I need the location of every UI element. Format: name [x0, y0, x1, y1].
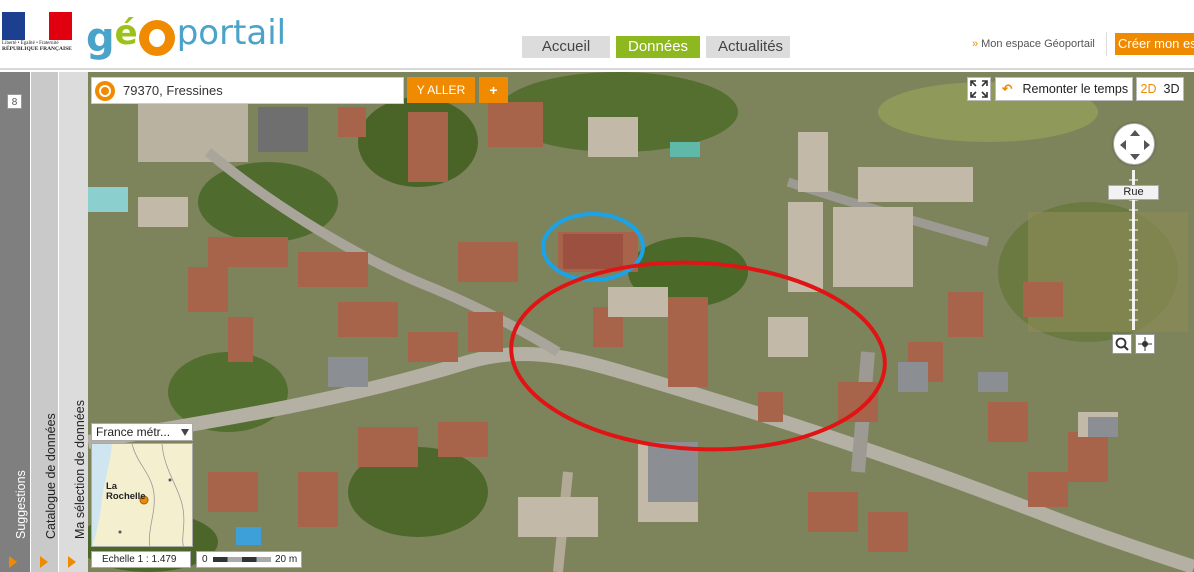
scale-bar-graphic	[213, 557, 271, 562]
logo-letter-e: é	[114, 13, 138, 53]
zoom-box-button[interactable]	[1112, 334, 1132, 354]
zoom-level-label[interactable]: Rue	[1108, 185, 1159, 200]
minimap-city-label: La Rochelle	[106, 481, 146, 502]
tab-donnees[interactable]: Données	[616, 36, 700, 58]
catalogue-label: Catalogue de données	[43, 413, 58, 539]
expand-arrow-icon	[40, 556, 48, 568]
aerial-imagery	[88, 72, 1194, 572]
dropdown-caret-icon	[181, 429, 189, 436]
map-viewport[interactable]: Y ALLER + ↶ Remonter le temps 2D 3D	[88, 72, 1194, 572]
pan-control[interactable]	[1113, 123, 1155, 165]
toggle-2d[interactable]: 2D	[1141, 78, 1157, 100]
header: Liberté • Égalité • Fraternité RÉPUBLIQU…	[0, 0, 1194, 70]
dimension-toggle: 2D 3D	[1136, 77, 1184, 101]
expand-arrow-icon	[9, 556, 17, 568]
locate-button[interactable]	[1135, 334, 1155, 354]
header-divider	[1106, 32, 1107, 56]
pan-arrows-icon	[1120, 130, 1150, 160]
suggestions-count-badge: 8	[7, 94, 22, 109]
toggle-3d[interactable]: 3D	[1164, 78, 1180, 100]
catalogue-panel-tab[interactable]: Catalogue de données	[30, 72, 58, 572]
overview-minimap[interactable]: La Rochelle	[91, 443, 193, 547]
logo-portail-text: portail	[176, 13, 287, 53]
republic-name: RÉPUBLIQUE FRANÇAISE	[2, 46, 72, 52]
logo-letter-g: g	[86, 15, 115, 61]
undo-arrow-icon: ↶	[1002, 82, 1013, 96]
scale-ratio: Echelle 1 : 1.479	[91, 551, 191, 568]
mon-espace-link[interactable]: » Mon espace Géoportail	[972, 38, 1095, 50]
logo-o-icon	[138, 20, 175, 56]
region-select[interactable]: France métr...	[91, 423, 193, 441]
tab-accueil[interactable]: Accueil	[522, 36, 610, 58]
republique-francaise-logo[interactable]: Liberté • Égalité • Fraternité RÉPUBLIQU…	[2, 12, 74, 56]
more-options-button[interactable]: +	[479, 77, 508, 103]
main-nav: Accueil Données Actualités	[522, 36, 790, 58]
go-button[interactable]: Y ALLER	[407, 77, 475, 103]
scale-zero: 0	[202, 554, 208, 565]
time-travel-label: Remonter le temps	[1022, 82, 1129, 96]
search-box	[91, 77, 404, 104]
selection-label: Ma sélection de données	[72, 400, 87, 539]
location-search-icon[interactable]	[95, 80, 115, 101]
create-account-button[interactable]: Créer mon es	[1115, 33, 1194, 55]
mon-espace-label: Mon espace Géoportail	[981, 38, 1095, 50]
double-chevron-icon: »	[972, 38, 979, 50]
geoportail-logo[interactable]: g é portail	[86, 12, 286, 58]
scale-distance: 20 m	[275, 554, 298, 565]
region-select-value: France métr...	[96, 425, 171, 439]
fullscreen-icon	[970, 80, 988, 98]
time-travel-button[interactable]: ↶ Remonter le temps	[995, 77, 1133, 101]
selection-panel-tab[interactable]: Ma sélection de données	[58, 72, 88, 572]
scale-bar: 0 20 m	[196, 551, 302, 568]
marianne-flag-icon	[2, 12, 72, 40]
crosshair-icon	[1138, 337, 1152, 351]
suggestions-panel-tab[interactable]: 8 Suggestions	[0, 72, 30, 572]
magnifier-icon	[1115, 337, 1129, 351]
suggestions-label: Suggestions	[14, 470, 28, 539]
fullscreen-button[interactable]	[967, 77, 991, 101]
expand-arrow-icon	[68, 556, 76, 568]
search-input[interactable]	[123, 83, 393, 98]
tab-actualites[interactable]: Actualités	[706, 36, 790, 58]
